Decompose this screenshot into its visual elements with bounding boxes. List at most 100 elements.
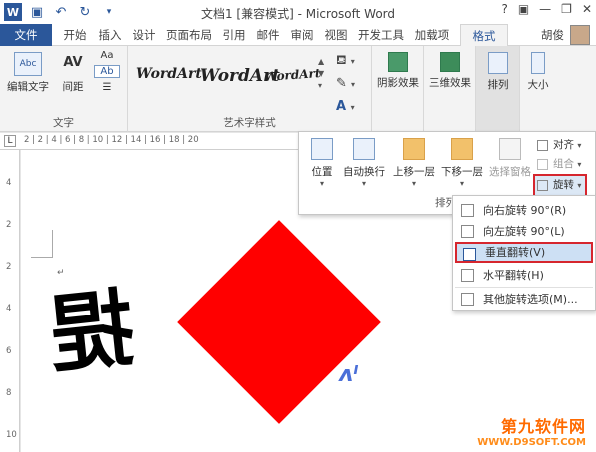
rotate-right-icon bbox=[461, 204, 474, 217]
tab-selector[interactable]: L bbox=[4, 135, 16, 147]
selection-pane-label: 选择窗格 bbox=[489, 166, 531, 178]
tab-format[interactable]: 格式 bbox=[460, 24, 508, 47]
ab-icon[interactable]: Ab bbox=[94, 65, 120, 78]
edit-text-button[interactable]: Abc 编辑文字 bbox=[6, 52, 50, 94]
red-diamond-shape[interactable] bbox=[177, 220, 381, 424]
ribbon-tabs: 文件 开始 插入 设计 页面布局 引用 邮件 审阅 视图 开发工具 加载项 格式… bbox=[0, 24, 596, 47]
align-lines-icon[interactable]: ☰ bbox=[94, 82, 120, 93]
vertical-ruler: 4 2 2 4 6 8 10 bbox=[0, 150, 20, 452]
wordart-style-1[interactable]: WordArt bbox=[136, 66, 202, 82]
rotate-left-90-item[interactable]: 向左旋转 90°(L) bbox=[455, 221, 593, 242]
edit-text-label: 编辑文字 bbox=[7, 81, 49, 93]
spacing-button[interactable]: AV 间距 bbox=[56, 52, 90, 94]
size-button[interactable]: 大小 bbox=[522, 52, 554, 92]
align-group-list: 对齐 ▾ 组合 ▾ 旋转 ▾ bbox=[533, 136, 588, 197]
bring-forward-button[interactable]: 上移一层 ▾ bbox=[391, 136, 437, 188]
ribbon-display-icon[interactable]: ▣ bbox=[518, 2, 529, 16]
wrap-text-label: 自动换行 bbox=[343, 166, 385, 178]
vruler-num: 2 bbox=[6, 262, 12, 272]
vruler-num: 4 bbox=[6, 304, 12, 314]
group-label: 组合 bbox=[553, 158, 574, 170]
tab-insert[interactable]: 插入 bbox=[94, 24, 126, 46]
text-group: Abc 编辑文字 AV 间距 Aa Ab ☰ 文字 bbox=[0, 46, 128, 132]
wordart-flipped-text[interactable]: 提 bbox=[43, 261, 139, 390]
text-group-label: 文字 bbox=[53, 117, 74, 129]
ribbon: Abc 编辑文字 AV 间距 Aa Ab ☰ 文字 WordArt WordAr… bbox=[0, 46, 596, 132]
selection-pane-icon bbox=[499, 138, 521, 160]
restore-icon[interactable]: ❐ bbox=[561, 2, 572, 16]
arrange-icon bbox=[488, 52, 508, 74]
tab-references[interactable]: 引用 bbox=[218, 24, 250, 46]
tab-developer[interactable]: 开发工具 bbox=[354, 24, 408, 46]
rotate-icon bbox=[537, 180, 548, 191]
rotate-button[interactable]: 旋转 ▾ bbox=[533, 174, 588, 197]
flip-vertical-item[interactable]: 垂直翻转(V) bbox=[455, 242, 593, 263]
position-button[interactable]: 位置 ▾ bbox=[307, 136, 337, 188]
window-controls: ? ▣ — ❐ ✕ bbox=[501, 2, 592, 16]
tab-home[interactable]: 开始 bbox=[58, 24, 92, 46]
spacing-icon: AV bbox=[63, 55, 83, 70]
threed-effects-button[interactable]: 三维效果 bbox=[426, 52, 474, 90]
tab-design[interactable]: 设计 bbox=[128, 24, 160, 46]
avatar[interactable] bbox=[570, 25, 590, 45]
selection-pane-button[interactable]: 选择窗格 bbox=[487, 136, 533, 179]
send-backward-icon bbox=[451, 138, 473, 160]
spacing-label: 间距 bbox=[62, 81, 84, 93]
vruler-num: 6 bbox=[6, 346, 12, 356]
flip-horizontal-item[interactable]: 水平翻转(H) bbox=[455, 265, 593, 286]
text-tools: Aa Ab ☰ bbox=[94, 50, 120, 93]
wrap-text-icon bbox=[353, 138, 375, 160]
wordart-group: WordArt WordArt WordArt ▲ ▼ ▾ ⛾ ▾ ✎ ▾ A ▾ … bbox=[128, 46, 372, 132]
aa-icon[interactable]: Aa bbox=[94, 50, 120, 61]
threed-group: 三维效果 bbox=[424, 46, 476, 132]
threed-label: 三维效果 bbox=[429, 77, 471, 89]
shadow-effects-button[interactable]: 阴影效果 bbox=[374, 52, 422, 90]
tab-view[interactable]: 视图 bbox=[320, 24, 352, 46]
text-fill-icon[interactable]: ⛾ ▾ bbox=[336, 50, 355, 73]
help-button[interactable]: ? bbox=[501, 2, 507, 16]
watermark: 第九软件网 WWW.D9SOFT.COM bbox=[477, 413, 586, 448]
wordart-style-3[interactable]: WordArt bbox=[264, 66, 321, 84]
group-icon bbox=[537, 159, 548, 170]
shadow-label: 阴影效果 bbox=[377, 77, 419, 89]
align-button[interactable]: 对齐 ▾ bbox=[535, 136, 587, 155]
user-name[interactable]: 胡俊 bbox=[541, 27, 564, 43]
vruler-num: 4 bbox=[6, 178, 12, 188]
rotate-label: 旋转 bbox=[553, 179, 574, 191]
arrange-label: 排列 bbox=[487, 79, 509, 91]
text-outline-icon[interactable]: ✎ ▾ bbox=[336, 73, 355, 96]
watermark-url: WWW.D9SOFT.COM bbox=[477, 437, 586, 448]
arrange-button[interactable]: 排列 bbox=[478, 52, 518, 92]
title-bar: W ▣ ↶ ↻ ▾ 文档1 [兼容模式] - Microsoft Word ? … bbox=[0, 0, 596, 24]
send-backward-button[interactable]: 下移一层 ▾ bbox=[439, 136, 485, 188]
send-backward-label: 下移一层 bbox=[441, 166, 483, 178]
rotate-left-icon bbox=[461, 225, 474, 238]
vruler-num: 8 bbox=[6, 388, 12, 398]
tab-mailings[interactable]: 邮件 bbox=[252, 24, 284, 46]
tab-file[interactable]: 文件 bbox=[0, 24, 52, 46]
size-group: 大小 bbox=[520, 46, 556, 132]
flip-horizontal-icon bbox=[461, 269, 474, 282]
flip-vertical-label: 垂直翻转(V) bbox=[485, 246, 546, 259]
more-rotation-options-item[interactable]: 其他旋转选项(M)... bbox=[455, 289, 593, 310]
tab-addins[interactable]: 加载项 bbox=[410, 24, 454, 46]
tab-review[interactable]: 审阅 bbox=[286, 24, 318, 46]
wrap-text-button[interactable]: 自动换行 ▾ bbox=[341, 136, 387, 188]
menu-divider bbox=[455, 287, 593, 288]
rotate-right-90-item[interactable]: 向右旋转 90°(R) bbox=[455, 200, 593, 221]
flip-horizontal-label: 水平翻转(H) bbox=[483, 269, 544, 282]
close-icon[interactable]: ✕ bbox=[582, 2, 592, 16]
more-rotation-icon bbox=[461, 293, 474, 306]
tab-page-layout[interactable]: 页面布局 bbox=[162, 24, 216, 46]
watermark-title: 第九软件网 bbox=[500, 417, 586, 436]
wordart-scroll[interactable]: ▲ ▼ ▾ bbox=[318, 56, 324, 92]
minimize-icon[interactable]: — bbox=[539, 2, 551, 16]
vruler-num: 2 bbox=[6, 220, 12, 230]
group-button[interactable]: 组合 ▾ bbox=[535, 155, 587, 174]
size-icon bbox=[531, 52, 545, 74]
size-label: 大小 bbox=[527, 79, 549, 91]
ruler-ticks: 2 | 2 | 4 | 6 | 8 | 10 | 12 | 14 | 16 | … bbox=[24, 135, 199, 145]
shadow-icon bbox=[388, 52, 408, 72]
position-icon bbox=[311, 138, 333, 160]
rotate-right-label: 向右旋转 90°(R) bbox=[483, 204, 567, 217]
